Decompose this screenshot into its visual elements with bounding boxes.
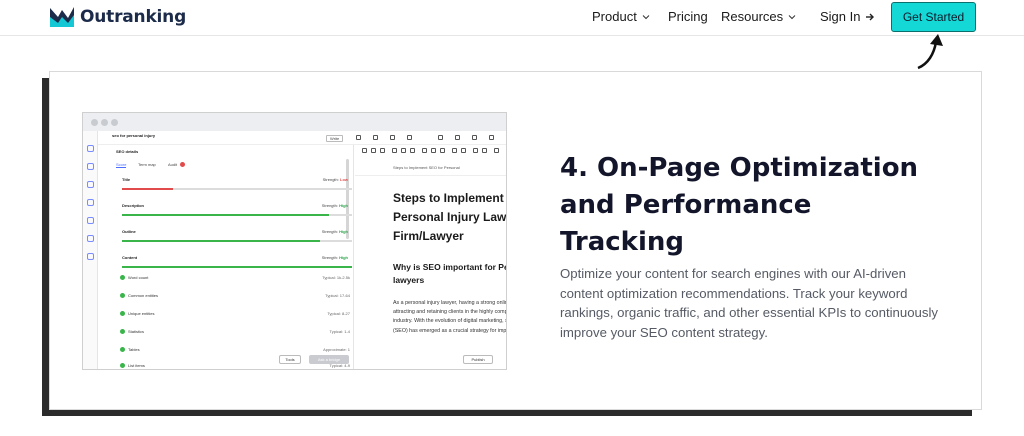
brand-name: Outranking — [80, 7, 187, 27]
section-label: Outline — [122, 229, 136, 234]
tool-icon — [489, 135, 494, 140]
editor-screenshot: seo for personal injury Write SEO detail… — [82, 112, 507, 370]
tool-icon — [407, 135, 412, 140]
content-item: Unique entities Typical: 8-27 — [120, 311, 352, 321]
window-dot — [91, 119, 98, 126]
top-navigation: Outranking Product Pricing Resources Sig… — [0, 0, 1024, 36]
get-started-button[interactable]: Get Started — [891, 2, 976, 32]
chevron-down-icon — [642, 14, 650, 19]
section-status: Strength: High — [321, 255, 348, 260]
nav-product[interactable]: Product — [592, 9, 650, 24]
strength-bar — [122, 266, 352, 268]
doc-title: seo for personal injury — [112, 133, 156, 138]
tab-audit: Audit — [168, 162, 178, 167]
rail-icon — [87, 145, 94, 152]
ask-button: Ask a bridge — [309, 355, 349, 364]
check-icon — [120, 363, 125, 368]
doc-paragraph: As a personal injury lawyer, having a st… — [393, 300, 507, 334]
feature-heading: 4. On-Page Optimization and Performance … — [560, 153, 919, 257]
rail-icon — [87, 181, 94, 188]
section-label: Description — [122, 203, 145, 208]
content-item: Word count Typical: 1k-2.5k — [120, 275, 352, 285]
check-icon — [120, 275, 125, 280]
nav-resources-label: Resources — [721, 9, 784, 24]
section-status: Strength: High — [321, 203, 348, 208]
editor-header: seo for personal injury Write — [98, 131, 506, 145]
nav-resources[interactable]: Resources — [721, 9, 796, 24]
feature-description: Optimize your content for search engines… — [560, 266, 939, 340]
content-item: List items Typical: 4-9 — [120, 363, 352, 369]
tools-button: Tools — [279, 355, 301, 364]
section-status: Strength: Low — [322, 177, 348, 182]
doc-heading-1: Steps to Implement SEO for Personal Inju… — [393, 191, 507, 243]
strength-bar — [122, 240, 352, 242]
check-icon — [120, 329, 125, 334]
nav-product-label: Product — [592, 9, 637, 24]
check-icon — [120, 347, 125, 352]
seo-details-panel: SEO details Score Term map Audit Title S… — [98, 145, 354, 369]
nav-pricing-label: Pricing — [668, 9, 708, 24]
doc-heading-2: Why is SEO important for Personal injury… — [393, 262, 506, 285]
tool-icon — [472, 135, 477, 140]
section-title: Title Strength: Low — [114, 177, 352, 187]
panel-title: SEO details — [116, 149, 139, 154]
panel-scrollbar — [346, 159, 349, 239]
section-label: Content — [122, 255, 138, 260]
tool-icon — [373, 135, 378, 140]
mode-select: Write — [326, 135, 344, 142]
document-editor: Steps to Implement SEO for Personal — [355, 145, 506, 369]
content-item: Common entities Typical: 17-64 — [120, 293, 352, 303]
rail-icon — [87, 235, 94, 242]
nav-sign-in-label: Sign In — [820, 9, 861, 24]
doc-breadcrumb: Steps to Implement SEO for Personal — [393, 165, 460, 170]
tab-term-map: Term map — [138, 162, 156, 167]
strength-bar — [122, 188, 352, 190]
editor-sidebar-rail — [83, 131, 98, 369]
section-label: Title — [122, 177, 131, 182]
publish-button: Publish — [463, 355, 493, 364]
section-content: Content Strength: High — [114, 255, 352, 265]
section-description: Description Strength: High — [114, 203, 352, 213]
rail-icon — [87, 253, 94, 260]
arrow-right-icon — [866, 13, 875, 20]
strength-bar — [122, 214, 352, 216]
brand-logo[interactable]: Outranking — [48, 5, 186, 29]
content-item: Statistics Typical: 1-4 — [120, 329, 352, 339]
active-tab-indicator — [116, 167, 126, 168]
chevron-down-icon — [788, 14, 796, 19]
section-status: Strength: High — [321, 229, 348, 234]
check-icon — [120, 311, 125, 316]
window-dot — [111, 119, 118, 126]
rail-icon — [87, 217, 94, 224]
curved-arrow-icon — [917, 34, 943, 70]
rail-icon — [87, 163, 94, 170]
nav-pricing[interactable]: Pricing — [668, 9, 708, 24]
tool-icon — [356, 135, 361, 140]
tool-icon — [438, 135, 443, 140]
outranking-logo-icon — [50, 7, 74, 27]
audit-alert-icon — [180, 162, 185, 167]
rail-icon — [87, 199, 94, 206]
window-dot — [101, 119, 108, 126]
divider — [355, 175, 506, 176]
tool-icon — [390, 135, 395, 140]
check-icon — [120, 293, 125, 298]
tool-icon — [455, 135, 460, 140]
nav-sign-in[interactable]: Sign In — [820, 9, 875, 24]
section-outline: Outline Strength: High — [114, 229, 352, 239]
window-titlebar — [83, 113, 506, 131]
